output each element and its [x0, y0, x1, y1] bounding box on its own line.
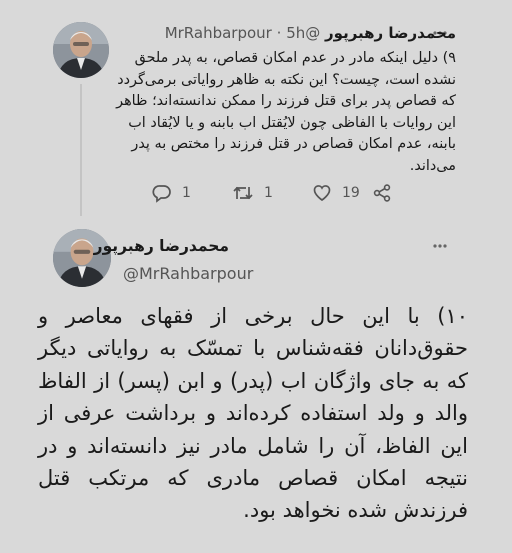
avatar[interactable]: [53, 22, 109, 78]
reply-count: 1: [182, 185, 191, 201]
reply-button[interactable]: 1: [152, 183, 191, 203]
tweet-header: محمدرضا رهبرپور @MrRahbarpour · 5h: [165, 24, 456, 42]
like-count: 19: [342, 185, 360, 201]
like-icon: [312, 183, 332, 203]
action-bar: 1 1 19: [140, 183, 470, 207]
display-name[interactable]: محمدرضا رهبرپور: [325, 24, 456, 42]
tweet-thread: محمدرضا رهبرپور @MrRahbarpour · 5h ۹) دل…: [0, 0, 512, 553]
share-icon: [372, 183, 392, 203]
handle[interactable]: @MrRahbarpour: [123, 264, 253, 283]
reply-icon: [152, 183, 172, 203]
tweet-text: ۹) دلیل اینکه مادر در عدم امکان قصاص، به…: [116, 50, 456, 174]
more-icon[interactable]: [431, 238, 449, 256]
share-button[interactable]: [372, 183, 392, 203]
tweet-text: ۱۰) با این حال برخی از فقهای معاصر و حقو…: [38, 304, 468, 523]
timestamp[interactable]: 5h: [286, 24, 305, 42]
display-name[interactable]: محمدرضا رهبرپور: [94, 237, 229, 255]
thread-connector: [80, 84, 82, 216]
retweet-count: 1: [264, 185, 273, 201]
separator: ·: [276, 24, 282, 42]
tweet-previous[interactable]: محمدرضا رهبرپور @MrRahbarpour · 5h ۹) دل…: [0, 0, 512, 220]
like-button[interactable]: 19: [312, 183, 360, 203]
retweet-icon: [232, 183, 254, 203]
retweet-button[interactable]: 1: [232, 183, 273, 203]
